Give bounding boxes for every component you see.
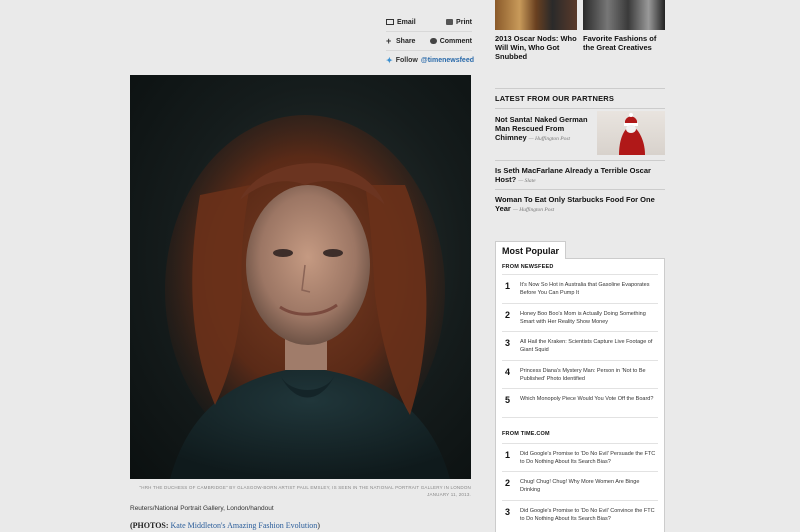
print-link[interactable]: Print [446,19,472,26]
comment-link[interactable]: Comment [429,37,472,45]
divider [386,50,472,51]
list-item-link[interactable]: All Hail the Kraken: Scientists Capture … [520,338,658,354]
twitter-handle[interactable]: @timenewsfeed [421,57,474,64]
partner-item[interactable]: Woman To Eat Only Starbucks Food For One… [495,189,665,219]
list-item[interactable]: 2 Chug! Chug! Chug! Why More Women Are B… [502,471,658,500]
story-thumbnail[interactable] [583,0,665,30]
list-item-link[interactable]: Did Google's Promise to 'Do No Evil' Con… [520,507,658,523]
partners-heading: LATEST FROM OUR PARTNERS [495,88,665,103]
partner-title[interactable]: Not Santa! Naked German Man Rescued From… [495,115,593,144]
photos-gallery-link[interactable]: Kate Middleton's Amazing Fashion Evoluti… [171,521,318,530]
most-popular-widget: Most Popular FROM NEWSFEED 1 It's Now So… [495,240,665,532]
list-item[interactable]: 4 Princess Diana's Mystery Man: Person i… [502,359,658,389]
rank-number: 3 [505,338,511,348]
rank-number: 4 [505,366,511,377]
list-item[interactable]: 3 All Hail the Kraken: Scientists Captur… [502,331,658,360]
section-heading: FROM NEWSFEED [502,264,554,270]
related-photos: (PHOTOS: Kate Middleton's Amazing Fashio… [130,521,320,530]
portrait-image [130,75,471,479]
partner-title[interactable]: Is Seth MacFarlane Already a Terrible Os… [495,166,665,186]
printer-icon [446,19,454,25]
partner-thumbnail[interactable] [597,111,665,155]
santa-image [619,113,645,155]
list-item-link[interactable]: Which Monopoly Piece Would You Vote Off … [520,395,658,403]
image-credit: Reuters/National Portrait Gallery, Londo… [130,505,274,512]
right-column: 2013 Oscar Nods: Who Will Win, Who Got S… [495,0,665,61]
image-caption: "HRH THE DUCHESS OF CAMBRIDGE" BY GLASGO… [139,485,471,497]
list-item-link[interactable]: Princess Diana's Mystery Man: Person in … [520,367,658,383]
list-item[interactable]: 1 It's Now So Hot in Australia that Gaso… [502,274,658,303]
most-popular-list: FROM NEWSFEED 1 It's Now So Hot in Austr… [495,258,665,532]
story-title[interactable]: 2013 Oscar Nods: Who Will Win, Who Got S… [495,34,577,61]
partner-source: — Slate [518,178,536,184]
share-label: Share [396,37,416,45]
rank-number: 5 [505,395,511,405]
story-card[interactable]: 2013 Oscar Nods: Who Will Win, Who Got S… [495,0,577,61]
list-item-link[interactable]: Chug! Chug! Chug! Why More Women Are Bin… [520,478,658,494]
list-item[interactable]: 2 Honey Boo Boo's Mom is Actually Doing … [502,302,658,332]
rank-number: 2 [505,478,511,488]
rank-number: 2 [505,309,511,320]
share-link[interactable]: + Share [386,36,416,46]
envelope-icon [386,19,394,25]
story-title[interactable]: Favorite Fashions of the Great Creatives [583,34,665,52]
share-tools: Email Print + Share Comment ✦ Follow @ti… [386,14,474,65]
partner-source: — Huffington Post [528,136,571,142]
section-heading: FROM TIME.COM [502,416,658,443]
comment-label: Comment [439,37,472,45]
list-item[interactable]: 3 Did Google's Promise to 'Do No Evil' C… [502,499,658,529]
email-label: Email [397,18,416,26]
rank-number: 3 [505,506,511,517]
article-page: Email Print + Share Comment ✦ Follow @ti… [0,0,800,532]
tab-most-popular[interactable]: Most Popular [495,241,567,259]
portrait-painting [165,115,450,479]
list-item-link[interactable]: Honey Boo Boo's Mom is Actually Doing So… [520,310,658,326]
rank-number: 1 [505,281,511,291]
plus-icon: + [386,36,392,46]
print-label: Print [456,18,472,26]
partner-title[interactable]: Woman To Eat Only Starbucks Food For One… [495,195,665,215]
list-item-link[interactable]: Did Google's Promise to 'Do No Evil' Per… [520,450,658,466]
divider [386,31,472,32]
photos-label: (PHOTOS: [130,521,169,530]
list-item[interactable]: 5 Which Monopoly Piece Would You Vote Of… [502,388,658,417]
twitter-bird-icon: ✦ [386,56,393,65]
photos-close: ) [317,521,320,530]
comment-bubble-icon [429,38,437,44]
story-thumbnail[interactable] [495,0,577,30]
list-item[interactable]: 1 Did Google's Promise to 'Do No Evil' P… [502,442,658,472]
twitter-follow[interactable]: ✦ Follow @timenewsfeed [386,56,474,65]
list-item-link[interactable]: It's Now So Hot in Australia that Gasoli… [520,281,658,297]
email-link[interactable]: Email [386,19,416,26]
rank-number: 1 [505,449,511,460]
partner-item[interactable]: Is Seth MacFarlane Already a Terrible Os… [495,160,665,188]
story-card[interactable]: Favorite Fashions of the Great Creatives [583,0,665,61]
partner-source: — Huffington Post [512,207,555,213]
partner-item[interactable]: Not Santa! Naked German Man Rescued From… [495,108,665,160]
follow-label: Follow [395,57,418,64]
